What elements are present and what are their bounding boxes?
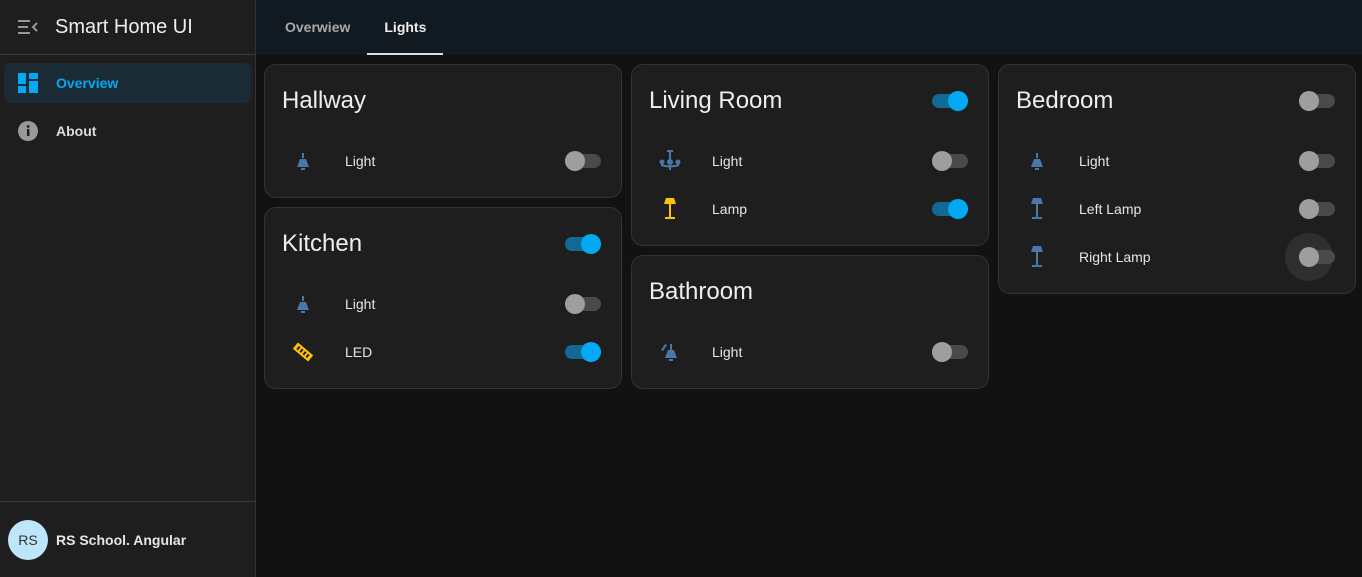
device-row: Light (282, 280, 601, 328)
sidebar-header: Smart Home UI (0, 0, 255, 55)
room-title: Bathroom (649, 278, 754, 305)
toggle-thumb (948, 199, 968, 219)
device-row: Light (282, 137, 601, 185)
toggle-thumb (581, 234, 601, 254)
toggle-thumb (932, 151, 952, 171)
room-card-kitchen: Kitchen Light LED (264, 207, 622, 389)
ceiling-light-icon (291, 292, 315, 316)
floor-lamp-icon (1025, 245, 1049, 269)
tab-overview[interactable]: Overwiew (268, 0, 367, 55)
toggle-thumb (1299, 247, 1319, 267)
room-title: Living Room (649, 87, 783, 114)
device-toggle[interactable] (932, 342, 968, 362)
device-row: Light (649, 328, 968, 376)
info-icon (18, 121, 38, 141)
app-title: Smart Home UI (55, 15, 193, 38)
sidebar-item-label: Overview (56, 75, 119, 91)
room-card-living: Living Room Light Lamp (631, 64, 989, 246)
device-toggle[interactable] (1299, 151, 1335, 171)
ceiling-light-icon (291, 149, 315, 173)
floor-lamp-icon (1025, 197, 1049, 221)
toggle-thumb (1299, 91, 1319, 111)
tab-lights[interactable]: Lights (367, 0, 444, 55)
device-label: Light (712, 344, 743, 360)
sidebar-item-about[interactable]: About (4, 111, 251, 151)
sidebar-item-overview[interactable]: Overview (4, 63, 251, 103)
user-name: RS School. Angular (56, 531, 187, 548)
menu-collapse-icon[interactable] (18, 20, 38, 34)
card-header: Kitchen (282, 208, 601, 280)
room-toggle[interactable] (565, 234, 601, 254)
room-card-bathroom: Bathroom Light (631, 255, 989, 389)
device-toggle[interactable] (565, 151, 601, 171)
room-title: Kitchen (282, 230, 363, 257)
ceiling-light-icon (1025, 149, 1049, 173)
room-title: Hallway (282, 87, 367, 114)
device-toggle[interactable] (1285, 233, 1335, 281)
toggle-thumb (565, 294, 585, 314)
device-label: Light (345, 296, 376, 312)
user-footer[interactable]: RS RS School. Angular (0, 501, 255, 577)
device-label: Left Lamp (1079, 201, 1142, 217)
card-header: Bedroom (1016, 65, 1335, 137)
device-row: Light (1016, 137, 1335, 185)
device-row: Left Lamp (1016, 185, 1335, 233)
led-strip-icon (291, 340, 315, 364)
card-header: Bathroom (649, 256, 968, 328)
device-row: Lamp (649, 185, 968, 233)
toggle-thumb (565, 151, 585, 171)
device-row: Right Lamp (1016, 233, 1335, 281)
device-label: Lamp (712, 201, 748, 217)
floor-lamp-icon (658, 197, 682, 221)
sidebar-item-label: About (56, 123, 97, 139)
toggle-thumb (948, 91, 968, 111)
room-title: Bedroom (1016, 87, 1114, 114)
device-toggle[interactable] (565, 342, 601, 362)
wall-light-icon (658, 340, 682, 364)
column: Bedroom Light Left Lamp Right Lamp (998, 64, 1356, 389)
toggle-thumb (1299, 151, 1319, 171)
dashboard-icon (18, 73, 38, 93)
toggle-thumb (932, 342, 952, 362)
device-toggle[interactable] (932, 199, 968, 219)
tab-bar: Overwiew Lights (256, 0, 1362, 55)
device-label: Right Lamp (1079, 249, 1151, 265)
device-label: Light (712, 153, 743, 169)
toggle-thumb (1299, 199, 1319, 219)
toggle-thumb (581, 342, 601, 362)
device-label: Light (1079, 153, 1110, 169)
room-toggle[interactable] (1299, 91, 1335, 111)
room-toggle[interactable] (932, 91, 968, 111)
device-label: Light (345, 153, 376, 169)
column: Hallway Light Kitchen Light LED (264, 64, 622, 389)
sidebar-nav: Overview About (0, 55, 255, 167)
device-toggle[interactable] (565, 294, 601, 314)
room-card-hallway: Hallway Light (264, 64, 622, 198)
device-row: Light (649, 137, 968, 185)
room-card-bedroom: Bedroom Light Left Lamp Right Lamp (998, 64, 1356, 294)
card-header: Hallway (282, 65, 601, 137)
sidebar: Smart Home UI Overview About RS RS Schoo… (0, 0, 256, 577)
device-toggle[interactable] (932, 151, 968, 171)
device-label: LED (345, 344, 373, 360)
avatar: RS (8, 519, 48, 560)
rooms-grid: Hallway Light Kitchen Light LED Living Room L… (264, 64, 1356, 389)
device-toggle[interactable] (1299, 199, 1335, 219)
column: Living Room Light Lamp Bathroom Light (631, 64, 989, 389)
chandelier-icon (658, 149, 682, 173)
device-row: LED (282, 328, 601, 376)
card-header: Living Room (649, 65, 968, 137)
